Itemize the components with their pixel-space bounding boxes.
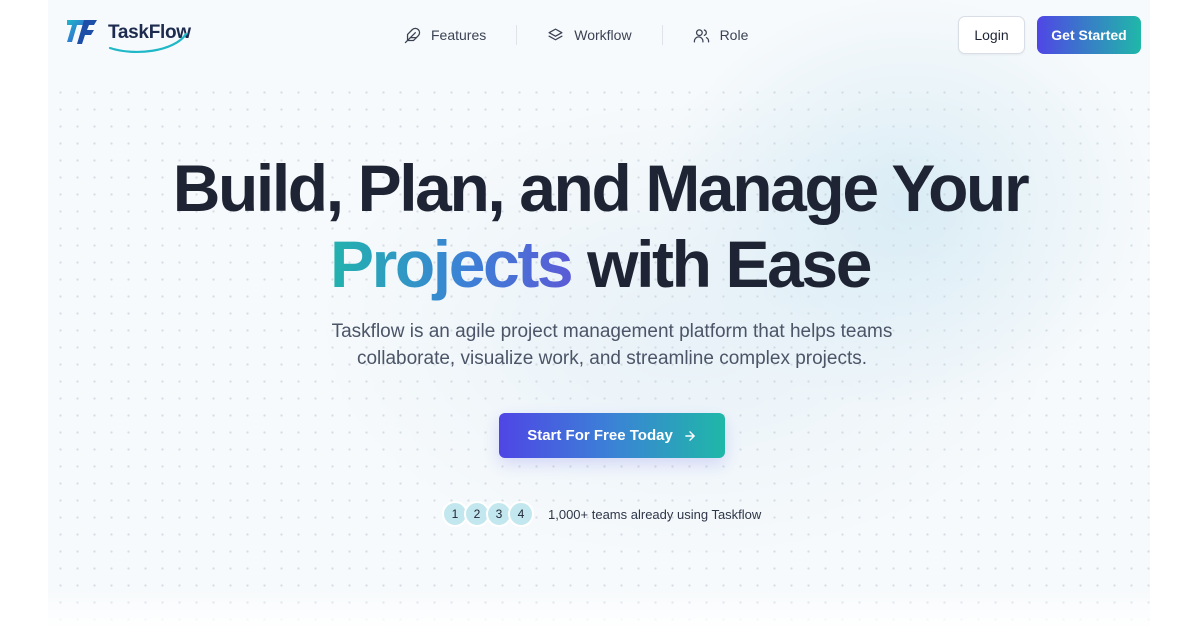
nav-link-label: Features	[431, 27, 487, 43]
headline-line-1: Build, Plan, and Manage Your	[172, 151, 1030, 225]
feather-icon	[404, 27, 421, 43]
hero-headline: Build, Plan, and Manage Your Projects wi…	[0, 150, 1200, 302]
nav-link-role[interactable]: Role	[687, 27, 755, 44]
social-proof: 1 2 3 4 1,000+ teams already using Taskf…	[442, 501, 761, 527]
hero-subtitle: Taskflow is an agile project management …	[0, 318, 1200, 372]
landing-page: TaskFlow Features Workflow Role Login Ge…	[0, 0, 1200, 630]
taskflow-logo-mark-icon	[67, 20, 97, 44]
login-button[interactable]: Login	[958, 16, 1025, 54]
nav-link-features[interactable]: Features	[398, 27, 492, 44]
arrow-right-icon	[685, 430, 695, 441]
headline-rest: with Ease	[587, 227, 872, 301]
subtitle-line-1: Taskflow is an agile project management …	[331, 321, 893, 342]
nav-link-label: Workflow	[574, 27, 632, 43]
top-navigation: TaskFlow Features Workflow Role Login Ge…	[0, 0, 1200, 70]
headline-accent: Projects	[329, 227, 574, 301]
nav-divider	[661, 25, 663, 45]
cta-label: Start For Free Today	[527, 427, 673, 444]
nav-link-label: Role	[719, 27, 749, 43]
social-proof-text: 1,000+ teams already using Taskflow	[548, 506, 762, 522]
get-started-button[interactable]: Get Started	[1037, 16, 1141, 54]
avatar: 4	[508, 501, 534, 527]
nav-link-workflow[interactable]: Workflow	[541, 27, 637, 44]
subtitle-line-2: collaborate, visualize work, and streaml…	[356, 348, 868, 369]
users-icon	[693, 28, 709, 43]
start-free-button[interactable]: Start For Free Today	[499, 413, 725, 458]
nav-links: Features Workflow Role	[398, 20, 754, 50]
layers-icon	[548, 27, 563, 40]
logo-swoosh-icon	[108, 32, 188, 54]
avatar-stack: 1 2 3 4	[442, 501, 534, 527]
nav-divider	[516, 25, 518, 45]
bottom-fade	[0, 590, 1200, 630]
